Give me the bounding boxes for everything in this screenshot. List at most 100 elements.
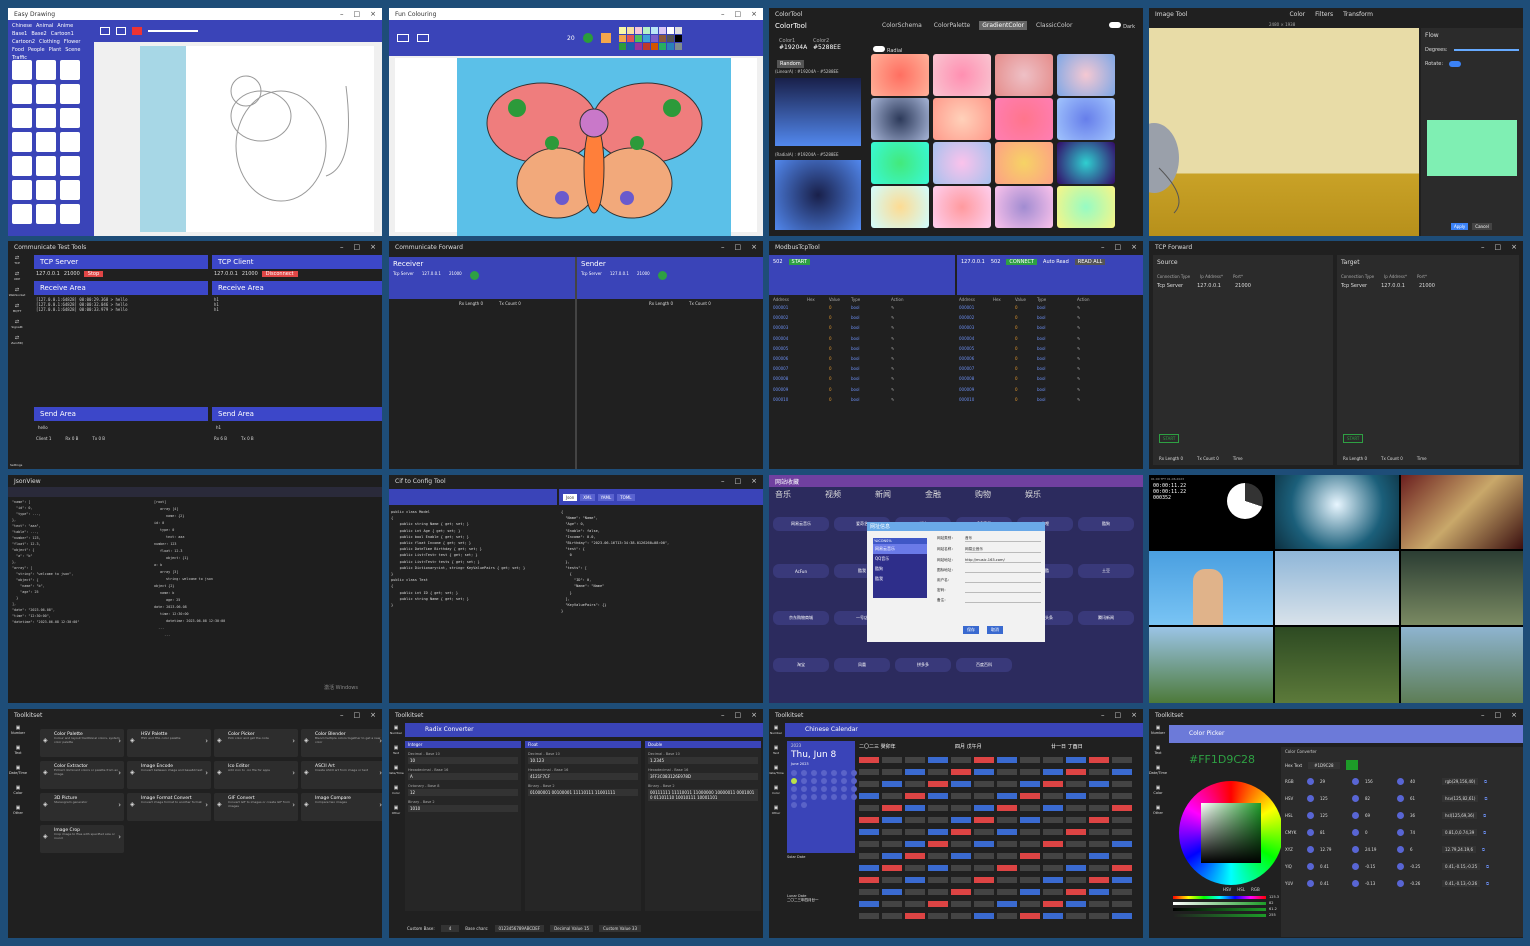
maximize-icon[interactable]: □ <box>1495 711 1502 719</box>
calendar-day[interactable] <box>841 794 847 800</box>
palette-color[interactable] <box>674 34 682 42</box>
tool-card[interactable]: ◈ Image Crop Crop image to files with spec… <box>40 825 124 853</box>
drawing-thumbnail[interactable] <box>36 156 56 176</box>
website-button[interactable]: 酷狗 <box>1078 517 1134 531</box>
calendar-day[interactable] <box>821 786 827 792</box>
edit-icon[interactable]: ✎ <box>891 397 931 402</box>
edit-icon[interactable]: ✎ <box>1077 315 1117 320</box>
minimize-icon[interactable]: – <box>1481 711 1485 719</box>
site-list-item[interactable]: 网易云音乐 <box>873 544 927 554</box>
json-text-editor[interactable]: "name": [ "id": 0, "type": ...,}, "text":… <box>12 499 146 625</box>
type-cell[interactable]: bool <box>1037 336 1077 341</box>
sender-type[interactable]: Tcp Server <box>581 271 602 280</box>
read-all-button[interactable]: READ ALL <box>1074 259 1106 265</box>
tree-node[interactable]: array [4] <box>154 506 374 513</box>
table-row[interactable]: 000004 0 bool ✎ <box>773 336 953 341</box>
tree-node[interactable]: ... <box>154 625 374 632</box>
gradient-swatch[interactable] <box>995 98 1053 140</box>
output-value[interactable]: 0.41,-0.13,-0.26 <box>1442 880 1481 887</box>
edit-icon[interactable]: ✎ <box>1077 346 1117 351</box>
tab-colorpalette[interactable]: ColorPalette <box>931 21 973 30</box>
value-cell[interactable]: 0 <box>829 397 851 402</box>
colouring-canvas[interactable] <box>457 58 731 236</box>
palette-color[interactable] <box>650 42 658 50</box>
channel-input[interactable]: -0.15 <box>1365 864 1391 869</box>
edit-icon[interactable]: ✎ <box>1077 376 1117 381</box>
output-value[interactable]: hsv(125,82,61) <box>1442 795 1479 802</box>
table-row[interactable]: 000007 0 bool ✎ <box>773 366 953 371</box>
copy-icon[interactable]: ⧉ <box>1484 796 1487 801</box>
sidebar-item-color[interactable]: ▣ Color <box>13 785 22 795</box>
channel-input[interactable]: 69 <box>1365 813 1391 818</box>
output-value[interactable]: hsl(125,69,36) <box>1442 812 1478 819</box>
palette-color[interactable] <box>650 26 658 34</box>
type-cell[interactable]: bool <box>1037 325 1077 330</box>
minimize-icon[interactable]: – <box>1481 243 1485 251</box>
value-cell[interactable]: 0 <box>829 336 851 341</box>
channel-slider[interactable] <box>1173 895 1266 899</box>
value-cell[interactable]: 0 <box>1015 325 1037 330</box>
save-icon[interactable] <box>116 27 126 35</box>
type-cell[interactable]: bool <box>1037 356 1077 361</box>
port-input[interactable]: 21000 <box>1235 283 1251 289</box>
tool-card[interactable]: ◈ Image Encode Convert between image and b… <box>127 761 211 789</box>
category-tab[interactable]: Clothing <box>38 39 61 45</box>
edit-icon[interactable]: ✎ <box>1077 325 1117 330</box>
menu-color[interactable]: Color <box>1289 11 1305 18</box>
close-icon[interactable]: × <box>370 243 376 251</box>
calendar-day[interactable] <box>831 770 837 776</box>
type-cell[interactable]: bool <box>851 366 891 371</box>
value-cell[interactable]: 0 <box>1015 336 1037 341</box>
table-row[interactable]: 000008 0 bool ✎ <box>773 376 953 381</box>
field-input[interactable]: 10.123 <box>528 757 638 764</box>
table-row[interactable]: 000006 0 bool ✎ <box>959 356 1139 361</box>
gradient-swatch[interactable] <box>995 142 1053 184</box>
gradient-swatch[interactable] <box>1057 186 1115 228</box>
field-input[interactable]: 10 <box>408 757 518 764</box>
edit-icon[interactable]: ✎ <box>1077 336 1117 341</box>
type-cell[interactable]: bool <box>851 315 891 320</box>
tree-node[interactable]: time: 12:30:00 <box>154 611 374 618</box>
start-button[interactable]: START <box>788 259 810 265</box>
close-icon[interactable]: × <box>751 477 757 485</box>
calendar-day[interactable] <box>801 770 807 776</box>
sidebar-item-text[interactable]: ▣ Text <box>773 745 779 755</box>
drawing-thumbnail[interactable] <box>60 60 80 80</box>
site-list-item[interactable]: QQ音乐 <box>873 554 927 564</box>
tab-toml[interactable]: TOML <box>617 493 635 501</box>
form-input[interactable] <box>965 598 1041 603</box>
copy-icon[interactable]: ⧉ <box>1482 847 1485 852</box>
calendar-day[interactable] <box>791 770 797 776</box>
channel-slider[interactable] <box>1173 913 1266 917</box>
close-icon[interactable]: × <box>751 10 757 18</box>
channel-input[interactable]: 0.41 <box>1320 864 1346 869</box>
maximize-icon[interactable]: □ <box>354 10 361 18</box>
tool-card[interactable]: ◈ Color Picker Pick color and get the code… <box>214 729 298 757</box>
palette-color[interactable] <box>674 26 682 34</box>
gradient-swatch[interactable] <box>871 142 929 184</box>
form-input[interactable]: 网易云音乐 <box>965 547 1041 553</box>
dark-toggle[interactable]: Dark <box>1109 22 1135 30</box>
minimize-icon[interactable]: – <box>1101 243 1105 251</box>
gradient-swatch[interactable] <box>933 142 991 184</box>
table-row[interactable]: 000003 0 bool ✎ <box>959 325 1139 330</box>
drawing-canvas[interactable] <box>140 46 374 232</box>
drawing-thumbnail[interactable] <box>12 84 32 104</box>
color-wheel[interactable] <box>1179 781 1283 885</box>
close-icon[interactable]: × <box>1131 711 1137 719</box>
table-row[interactable]: 000010 0 bool ✎ <box>959 397 1139 402</box>
form-input[interactable] <box>965 588 1041 593</box>
save-button[interactable]: 保存 <box>963 626 979 634</box>
field-input[interactable]: 4121F7CF <box>528 773 638 780</box>
json-output[interactable]: { "Name": "Name", "Age": 0, "Enable": fa… <box>561 509 761 614</box>
send-text[interactable]: hello <box>34 421 208 434</box>
calendar-day[interactable] <box>791 786 797 792</box>
calendar-day[interactable] <box>811 770 817 776</box>
field-input[interactable]: 12 <box>408 789 518 796</box>
palette-color[interactable] <box>626 42 634 50</box>
save-icon[interactable] <box>417 34 429 42</box>
table-row[interactable]: 000001 0 bool ✎ <box>773 305 953 310</box>
apply-button[interactable]: Apply <box>1451 223 1469 230</box>
sidebar-item-other[interactable]: ▣ Other <box>13 805 23 815</box>
calendar-day[interactable] <box>831 794 837 800</box>
